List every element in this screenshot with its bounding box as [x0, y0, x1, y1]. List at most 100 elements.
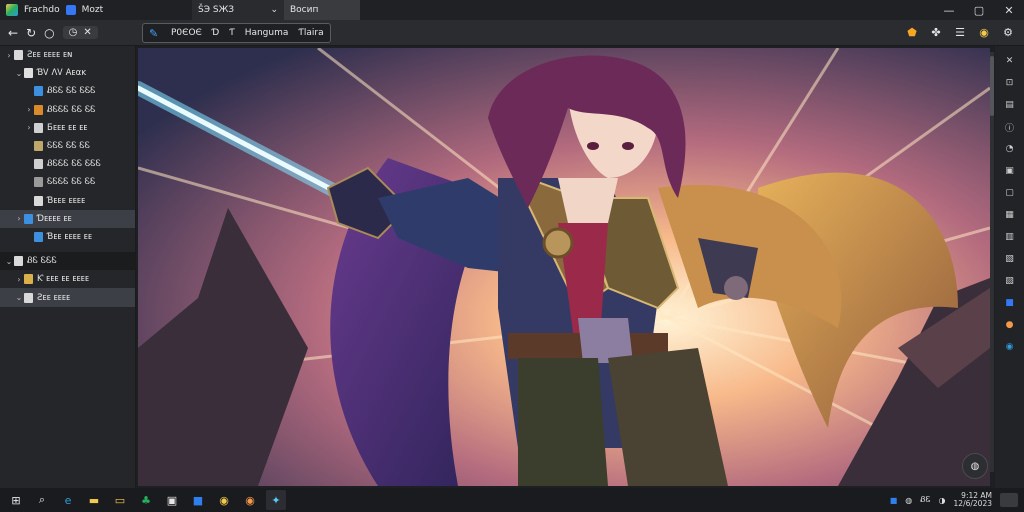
close-button[interactable]: ✕ — [994, 0, 1024, 20]
folder-icon[interactable]: ▢ — [1003, 186, 1017, 200]
app-edge-icon[interactable]: ◉ — [1003, 340, 1017, 354]
file-icon — [34, 141, 43, 152]
image-canvas[interactable] — [138, 48, 990, 486]
path-segment: Ɗ — [211, 27, 220, 38]
share-icon[interactable]: ▨ — [1003, 274, 1017, 288]
chevron-icon[interactable]: › — [4, 51, 14, 60]
layers-icon[interactable]: ▤ — [1003, 98, 1017, 112]
sidebar-item-label: ƁᏙ ΛᏙ Αᴇαᴋ — [37, 68, 87, 79]
clock-date: 12/6/2023 — [953, 499, 992, 508]
sidebar-item[interactable]: › ᏰᏋᏋᏋ ᏋᏋ ᏋᏋ — [0, 101, 135, 119]
minimize-button[interactable]: — — [934, 0, 964, 20]
app-logo-icon — [6, 4, 18, 16]
sidebar-item-label: ᏰᏋᏋ ᏋᏋ ᏋᏋᏋ — [47, 86, 96, 97]
chevron-icon[interactable]: › — [24, 105, 34, 114]
file-icon — [24, 213, 33, 224]
title-bar-app: Frachdo Mozt — [0, 0, 192, 20]
chrome-icon[interactable]: ◉ — [214, 490, 234, 510]
mini-toggle-label: ✕ — [83, 27, 92, 38]
chevron-icon[interactable]: ⌄ — [14, 69, 24, 78]
app-orange-icon[interactable]: ● — [1003, 318, 1017, 332]
close-panel-icon[interactable]: ✕ — [1003, 54, 1017, 68]
file-explorer-icon[interactable]: ▬ — [84, 490, 104, 510]
file-icon — [24, 292, 33, 303]
file-icon — [34, 231, 43, 242]
back-arrow-icon[interactable]: ← — [8, 26, 18, 40]
sidebar-item-label: Ƨᴇᴇ ᴇᴇᴇᴇ — [37, 292, 71, 303]
mini-toggle-button[interactable]: ◷ ✕ — [62, 26, 98, 39]
taskbar: ⊞ ⌕ e ▬ ▭ ♣ ▣ ■ ◉ ◉ ✦ ■ ◍ ᏰᏋ ◑ 9:12 AM 1… — [0, 488, 1024, 512]
tile-icon[interactable]: ▧ — [1003, 252, 1017, 266]
scrollbar-thumb[interactable] — [990, 56, 994, 116]
app-secondary-icon — [65, 5, 76, 15]
grid-icon[interactable]: ▦ — [1003, 208, 1017, 222]
chevron-icon[interactable]: › — [14, 214, 24, 223]
app-blue-icon[interactable]: ■ — [1003, 296, 1017, 310]
chevron-icon[interactable]: ⌄ — [14, 293, 24, 302]
sidebar-item[interactable]: › Ƨᴇᴇ ᴇᴇᴇᴇ ᴇɴ — [0, 46, 135, 64]
restore-button[interactable]: ▢ — [964, 0, 994, 20]
gallery-icon[interactable]: ▣ — [1003, 164, 1017, 178]
vertical-scrollbar[interactable] — [990, 52, 994, 472]
bell-icon[interactable]: ⬟ — [904, 25, 920, 41]
system-clock[interactable]: 9:12 AM 12/6/2023 — [954, 492, 992, 508]
tab-secondary[interactable]: Восип — [284, 0, 360, 20]
sidebar-item[interactable]: ⌄ ƁᏙ ΛᏙ Αᴇαᴋ — [0, 64, 135, 82]
sidebar-item[interactable]: ᏋᏋᏋ ᏋᏋ ᏋᏋ — [0, 137, 135, 155]
extensions-icon[interactable]: ✤ — [928, 25, 944, 41]
start-windows-icon[interactable]: ⊞ — [6, 490, 26, 510]
chevron-icon[interactable]: ⌄ — [4, 257, 14, 266]
grid-alt-icon[interactable]: ▥ — [1003, 230, 1017, 244]
file-icon — [34, 177, 43, 188]
info-icon[interactable]: ⓘ — [1003, 120, 1017, 134]
media-icon[interactable]: ▣ — [162, 490, 182, 510]
network-icon[interactable]: ◍ — [905, 496, 912, 505]
sidebar-item[interactable]: ᏰᏋᏋᏋ ᏋᏋ ᏋᏋᏋ — [0, 155, 135, 173]
sidebar-item[interactable]: Ɓᴇᴇ ᴇᴇᴇᴇ ᴇᴇ — [0, 228, 135, 246]
stop-icon[interactable]: ○ — [44, 26, 54, 40]
app-secondary-name: Mozt — [81, 5, 104, 15]
notification-icon[interactable] — [1000, 493, 1018, 507]
file-icon — [34, 86, 43, 97]
tab-primary[interactable]: ŠЭ ЅЖЗ ⌄ — [192, 0, 284, 20]
file-icon — [14, 256, 23, 267]
volume-icon[interactable]: ◑ — [939, 496, 946, 505]
word-icon[interactable]: ■ — [188, 490, 208, 510]
sidebar: › Ƨᴇᴇ ᴇᴇᴇᴇ ᴇɴ ⌄ ƁᏙ ΛᏙ Αᴇαᴋ ᏰᏋᏋ ᏋᏋ ᏋᏋᏋ › ᏰᏋᏋᏋ Ꮛ… — [0, 46, 136, 488]
list-icon[interactable]: ☰ — [952, 25, 968, 41]
chevron-down-icon[interactable]: ⌄ — [270, 5, 278, 15]
app-active-icon[interactable]: ✦ — [266, 490, 286, 510]
history-icon[interactable]: ◔ — [1003, 142, 1017, 156]
edge-browser-icon[interactable]: e — [58, 490, 78, 510]
path-bar[interactable]: ✎ P0ЄОЄ Ɗ Ƭ Hanguma Ƭlaira — [142, 22, 331, 43]
sidebar-item-label: Ɓᴇᴇᴇ ᴇᴇᴇᴇ — [47, 195, 86, 206]
refresh-icon[interactable]: ↻ — [26, 26, 36, 40]
tray-label[interactable]: ᏰᏋ — [920, 495, 930, 505]
crop-icon[interactable]: ⊡ — [1003, 76, 1017, 90]
user-icon[interactable]: ◉ — [976, 25, 992, 41]
folder-yellow-icon[interactable]: ▭ — [110, 490, 130, 510]
anime-artwork — [138, 48, 990, 486]
tray-app-icon[interactable]: ■ — [890, 496, 898, 505]
sidebar-item[interactable]: ᏰᏋᏋ ᏋᏋ ᏋᏋᏋ — [0, 82, 135, 100]
sidebar-item-label: ᏰᏋᏋᏋ ᏋᏋ ᏋᏋ — [47, 104, 96, 115]
toolbar: ← ↻ ○ ◷ ✕ ✎ P0ЄОЄ Ɗ Ƭ Hanguma Ƭlaira ⬟ ✤… — [0, 20, 1024, 46]
chat-bubble-icon[interactable]: ◍ — [962, 453, 988, 479]
chevron-icon[interactable]: › — [24, 123, 34, 132]
sidebar-item[interactable]: ⌄ ᏰᏋ ᏋᏋᏋ — [0, 252, 135, 271]
sidebar-item[interactable]: › Ƃᴇᴇᴇ ᴇᴇ ᴇᴇ — [0, 119, 135, 137]
sidebar-item[interactable]: › Ƙ ᴇᴇᴇ ᴇᴇ ᴇᴇᴇᴇ — [0, 270, 135, 288]
chevron-icon[interactable]: › — [14, 275, 24, 284]
sidebar-item[interactable]: Ɓᴇᴇᴇ ᴇᴇᴇᴇ — [0, 192, 135, 210]
sidebar-item-label: Ƃᴇᴇᴇ ᴇᴇ ᴇᴇ — [47, 122, 88, 133]
sidebar-item[interactable]: ᏋᏋᏋᏋ ᏋᏋ ᏋᏋ — [0, 173, 135, 191]
sidebar-item[interactable]: ⌄ Ƨᴇᴇ ᴇᴇᴇᴇ — [0, 288, 135, 307]
tree-icon[interactable]: ♣ — [136, 490, 156, 510]
firefox-icon[interactable]: ◉ — [240, 490, 260, 510]
sidebar-item-label: ᏰᏋ ᏋᏋᏋ — [27, 256, 57, 267]
search-icon[interactable]: ⌕ — [32, 490, 52, 510]
tab-primary-label: ŠЭ ЅЖЗ — [198, 5, 235, 15]
sidebar-item[interactable]: › Ɗᴇᴇᴇᴇ ᴇᴇ — [0, 209, 135, 228]
file-icon — [34, 122, 43, 133]
settings-icon[interactable]: ⚙ — [1000, 25, 1016, 41]
